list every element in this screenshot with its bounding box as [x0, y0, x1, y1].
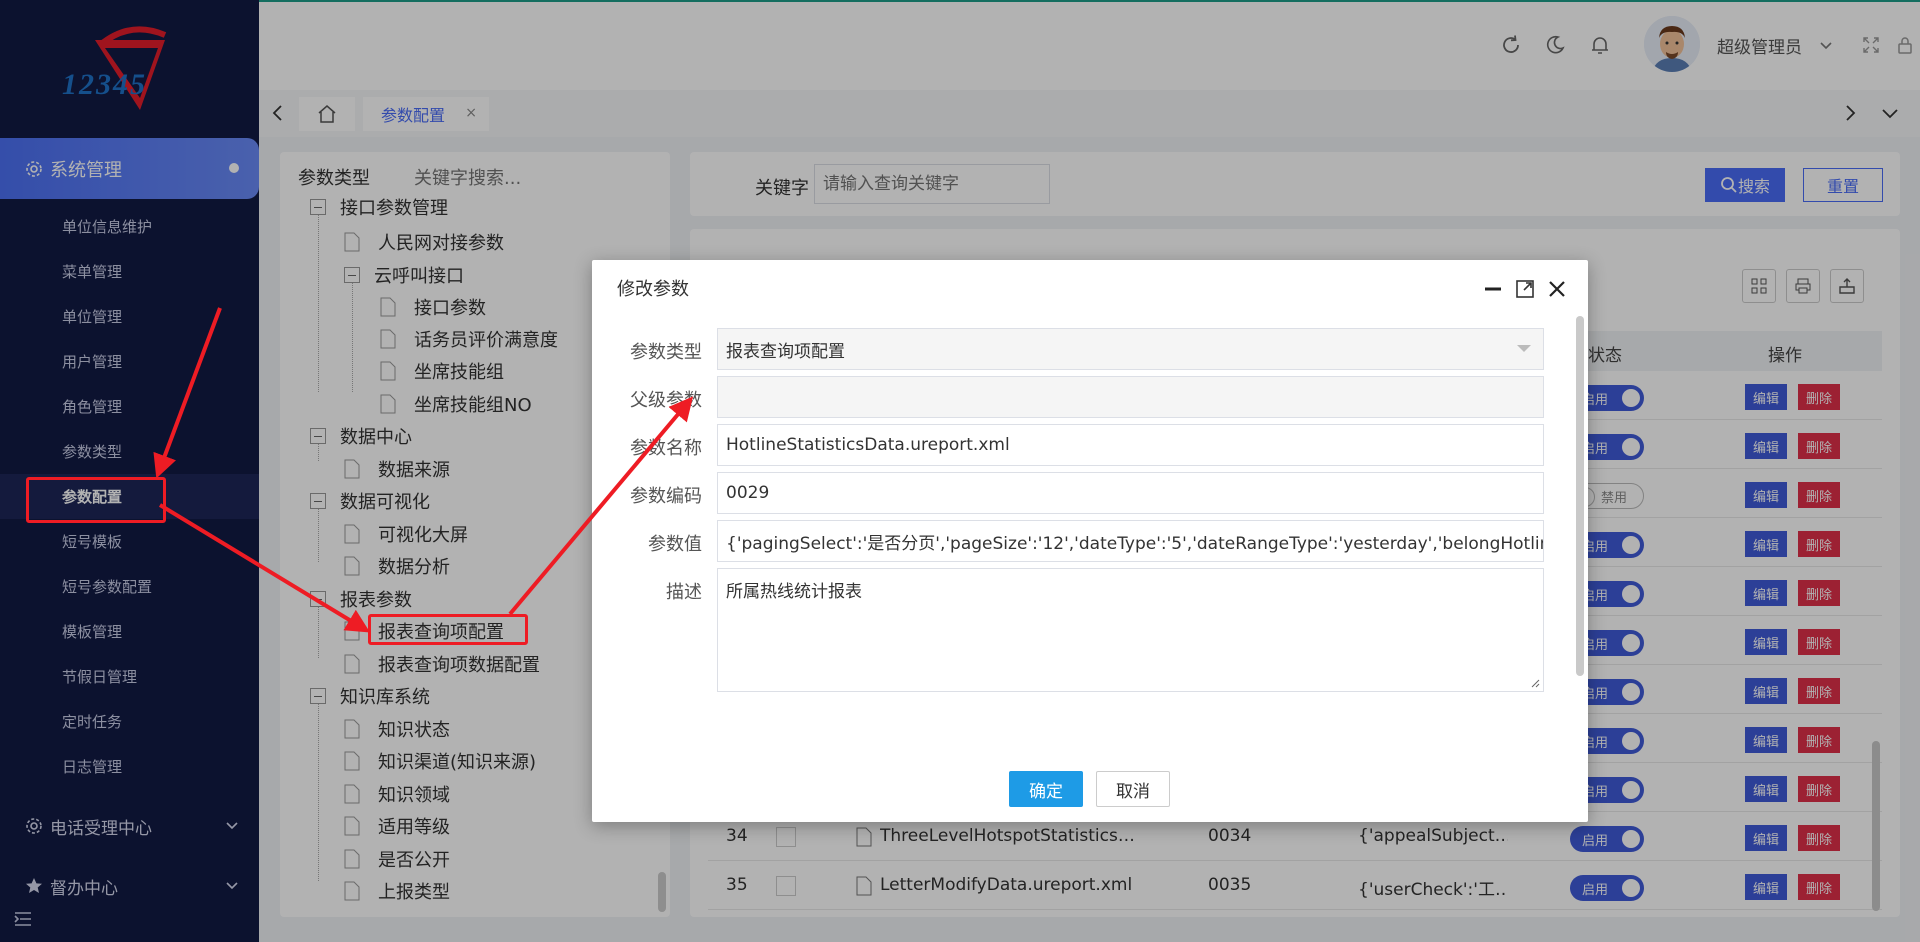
- param-code-input[interactable]: 0029: [717, 472, 1544, 514]
- description-textarea[interactable]: 所属热线统计报表: [717, 568, 1544, 692]
- close-icon[interactable]: [1546, 278, 1568, 300]
- description-value: 所属热线统计报表: [726, 582, 862, 602]
- field-label-parent: 父级参数: [630, 390, 702, 411]
- cancel-button[interactable]: 取消: [1096, 771, 1170, 807]
- dialog-form: 参数类型 报表查询项配置 父级参数 参数名称 HotlineStatistics…: [612, 316, 1568, 750]
- field-label-value: 参数值: [648, 534, 702, 555]
- resize-grip-icon[interactable]: [1530, 678, 1540, 688]
- annotation-box-sidebar: [26, 477, 166, 523]
- annotation-box-tree-node: [368, 614, 528, 645]
- dialog-title: 修改参数: [617, 279, 689, 300]
- param-type-select[interactable]: 报表查询项配置: [717, 328, 1544, 370]
- dropdown-arrow-icon: [1517, 345, 1531, 352]
- maximize-icon[interactable]: [1514, 278, 1536, 300]
- field-label-name: 参数名称: [630, 438, 702, 459]
- edit-param-dialog: 修改参数 参数类型 报表查询项配置 父级参数 参数名称 HotlineStati…: [592, 260, 1588, 822]
- minimize-icon[interactable]: [1482, 278, 1504, 300]
- param-type-value: 报表查询项配置: [726, 341, 845, 362]
- parent-param-input[interactable]: [717, 376, 1544, 418]
- field-label-type: 参数类型: [630, 342, 702, 363]
- field-label-desc: 描述: [666, 582, 702, 603]
- param-value-input[interactable]: {'pagingSelect':'是否分页','pageSize':'12','…: [717, 520, 1544, 562]
- confirm-button[interactable]: 确定: [1009, 771, 1083, 807]
- field-label-code: 参数编码: [630, 486, 702, 507]
- param-name-input[interactable]: HotlineStatisticsData.ureport.xml: [717, 424, 1544, 466]
- dialog-scrollbar[interactable]: [1576, 316, 1584, 676]
